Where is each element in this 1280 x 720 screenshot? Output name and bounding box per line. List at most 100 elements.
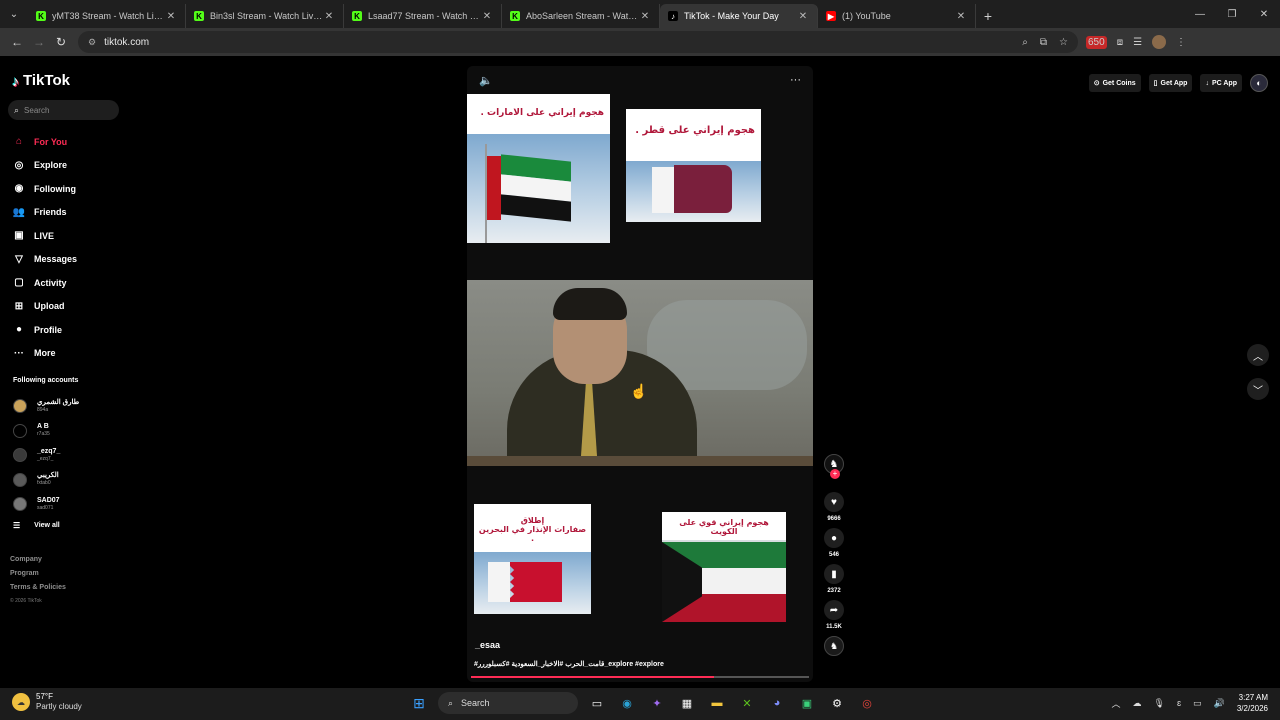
video-author[interactable]: _esaa [475, 640, 500, 650]
install-icon[interactable]: ⧉ [1040, 37, 1047, 48]
comment-action[interactable]: ● 546 [820, 528, 848, 558]
xbox-icon[interactable]: ✕ [736, 692, 758, 714]
zoom-icon[interactable]: ⌕ [1022, 37, 1028, 48]
view-all-button[interactable]: ☰ View all [13, 521, 79, 530]
share-action[interactable]: ➦ 11.5K [820, 600, 848, 630]
sidebar-item-following[interactable]: ◉ Following [12, 177, 77, 201]
tray-chevron-icon[interactable]: ︿ [1112, 697, 1121, 710]
copilot-icon[interactable]: ✦ [646, 692, 668, 714]
tiktok-logo[interactable]: ♪ TikTok [12, 72, 70, 89]
sound-disc-icon[interactable]: ♞ [824, 636, 844, 656]
sidebar-item-friends[interactable]: 👥 Friends [12, 201, 77, 225]
tab-search-icon[interactable]: ⌄ [0, 0, 28, 28]
footer-link-company[interactable]: Company [10, 556, 66, 570]
user-avatar[interactable]: ◐ [1250, 74, 1268, 92]
search-input[interactable]: ⌕ Search [8, 100, 119, 120]
browser-tab[interactable]: K Lsaad77 Stream - Watch Live on✕ [344, 4, 502, 28]
tab-close-icon[interactable]: ✕ [955, 11, 967, 22]
following-account[interactable]: A Br7a35 [13, 419, 79, 444]
tab-close-icon[interactable]: ✕ [481, 11, 493, 22]
heart-icon[interactable]: ♥ [824, 492, 844, 512]
sidebar-item-activity[interactable]: ▢ Activity [12, 271, 77, 295]
site-info-icon[interactable]: ⚙ [88, 37, 96, 48]
chrome-menu-icon[interactable]: ⋮ [1176, 37, 1186, 48]
video-player[interactable]: 🔈 ··· هجوم إيراني على الامارات . هجوم إي… [467, 66, 813, 682]
sidebar-item-more[interactable]: ··· More [12, 342, 77, 366]
get-app-button[interactable]: ▯ Get App [1148, 74, 1193, 92]
bluetooth-icon[interactable]: ɛ [1177, 698, 1181, 708]
discord-icon[interactable]: ◕ [766, 692, 788, 714]
clock[interactable]: 3:27 AM 3/2/2026 [1237, 692, 1268, 714]
like-action[interactable]: ♥ 9666 [820, 492, 848, 522]
weather-widget[interactable]: ☁ 57°F Partly cloudy [12, 692, 82, 712]
task-view-icon[interactable]: ▭ [586, 692, 608, 714]
tab-close-icon[interactable]: ✕ [165, 11, 177, 22]
comment-count: 546 [828, 552, 839, 558]
following-account[interactable]: الكريبي fxtab0 [13, 468, 79, 493]
new-tab-button[interactable]: + [976, 4, 1000, 28]
footer-link-program[interactable]: Program [10, 570, 66, 584]
creator-avatar[interactable]: ♞ + [824, 454, 844, 479]
following-account[interactable]: SAD07 sad071 [13, 492, 79, 517]
onedrive-icon[interactable]: ☁ [1133, 698, 1142, 709]
tab-close-icon[interactable]: ✕ [323, 11, 335, 22]
network-icon[interactable]: ▭ [1193, 698, 1202, 709]
chrome-icon[interactable]: ◎ [856, 692, 878, 714]
app-icon[interactable]: ▣ [796, 692, 818, 714]
browser-tab[interactable]: ▶ (1) YouTube ✕ [818, 4, 976, 28]
speaker-icon[interactable]: 🔊 [1214, 698, 1225, 709]
comment-icon[interactable]: ● [824, 528, 844, 548]
windows-start-icon[interactable]: ⊞ [408, 692, 430, 714]
video-hashtags[interactable]: #قامت_الحرب #الاخبار_السعودية #كسبلوررر_… [474, 660, 804, 668]
edge-icon[interactable]: ◉ [616, 692, 638, 714]
bahrain-caption-2: صفارات الإنذار في البحرين . [478, 525, 587, 543]
sidebar-item-upload[interactable]: ⊞ Upload [12, 295, 77, 319]
taskbar-search[interactable]: ⌕ Search [438, 692, 578, 714]
following-account[interactable]: طارق الشمري 894a [13, 394, 79, 419]
tab-groups-icon[interactable]: ☰ [1133, 37, 1142, 48]
account-name: الكريبي [37, 472, 59, 480]
store-icon[interactable]: ▦ [676, 692, 698, 714]
sidebar-item-messages[interactable]: ▽ Messages [12, 248, 77, 272]
close-window-icon[interactable]: ✕ [1248, 0, 1280, 28]
get-coins-button[interactable]: ⊙ Get Coins [1088, 74, 1141, 92]
sidebar-item-profile[interactable]: ● Profile [12, 318, 77, 342]
following-account[interactable]: _ezq7_ _ezq7_ [13, 443, 79, 468]
video-more-icon[interactable]: ··· [790, 74, 801, 86]
extensions-icon[interactable]: ⧈ [1117, 37, 1123, 48]
reload-button[interactable]: ↻ [50, 31, 72, 53]
next-video-icon[interactable]: ﹀ [1247, 378, 1269, 400]
back-button[interactable]: ← [6, 31, 28, 53]
minimize-icon[interactable]: — [1184, 0, 1216, 28]
settings-icon[interactable]: ⚙ [826, 692, 848, 714]
pc-app-label: PC App [1211, 79, 1237, 87]
pc-app-button[interactable]: ↓ PC App [1200, 74, 1242, 92]
maximize-icon[interactable]: ❐ [1216, 0, 1248, 28]
footer-link-terms[interactable]: Terms & Policies [10, 584, 66, 598]
bookmark-icon[interactable]: ▮ [824, 564, 844, 584]
video-progress-bar[interactable] [471, 676, 809, 678]
sidebar-item-explore[interactable]: ◎ Explore [12, 154, 77, 178]
mic-icon[interactable]: 🎙 [1154, 698, 1165, 709]
tab-close-icon[interactable]: ✕ [639, 11, 651, 22]
profile-avatar[interactable] [1152, 35, 1167, 49]
browser-tab[interactable]: K Bin3sl Stream - Watch Live on K✕ [186, 4, 344, 28]
volume-icon[interactable]: 🔈 [479, 74, 493, 87]
sidebar-item-for-you[interactable]: ⌂ For You [12, 130, 77, 154]
sidebar-item-live[interactable]: ▣ LIVE [12, 224, 77, 248]
bookmark-star-icon[interactable]: ☆ [1059, 37, 1068, 48]
follow-plus-icon[interactable]: + [830, 469, 840, 479]
share-icon[interactable]: ➦ [824, 600, 844, 620]
download-icon: ↓ [1205, 79, 1209, 87]
forward-button[interactable]: → [28, 31, 50, 53]
browser-tab[interactable]: KyMT38 Stream - Watch Live on ✕ [28, 4, 186, 28]
address-bar[interactable]: ⚙ tiktok.com ⌕ ⧉ ☆ [78, 31, 1078, 53]
tab-close-icon[interactable]: ✕ [797, 11, 809, 22]
save-action[interactable]: ▮ 2372 [820, 564, 848, 594]
browser-tab[interactable]: K AboSarleen Stream - Watch Liv✕ [502, 4, 660, 28]
activity-icon: ▢ [14, 277, 24, 289]
previous-video-icon[interactable]: ︿ [1247, 344, 1269, 366]
extension-badge[interactable]: 650 [1086, 35, 1107, 49]
browser-tab[interactable]: ♪ TikTok - Make Your Day ✕ [660, 4, 818, 28]
file-explorer-icon[interactable]: ▬ [706, 692, 728, 714]
